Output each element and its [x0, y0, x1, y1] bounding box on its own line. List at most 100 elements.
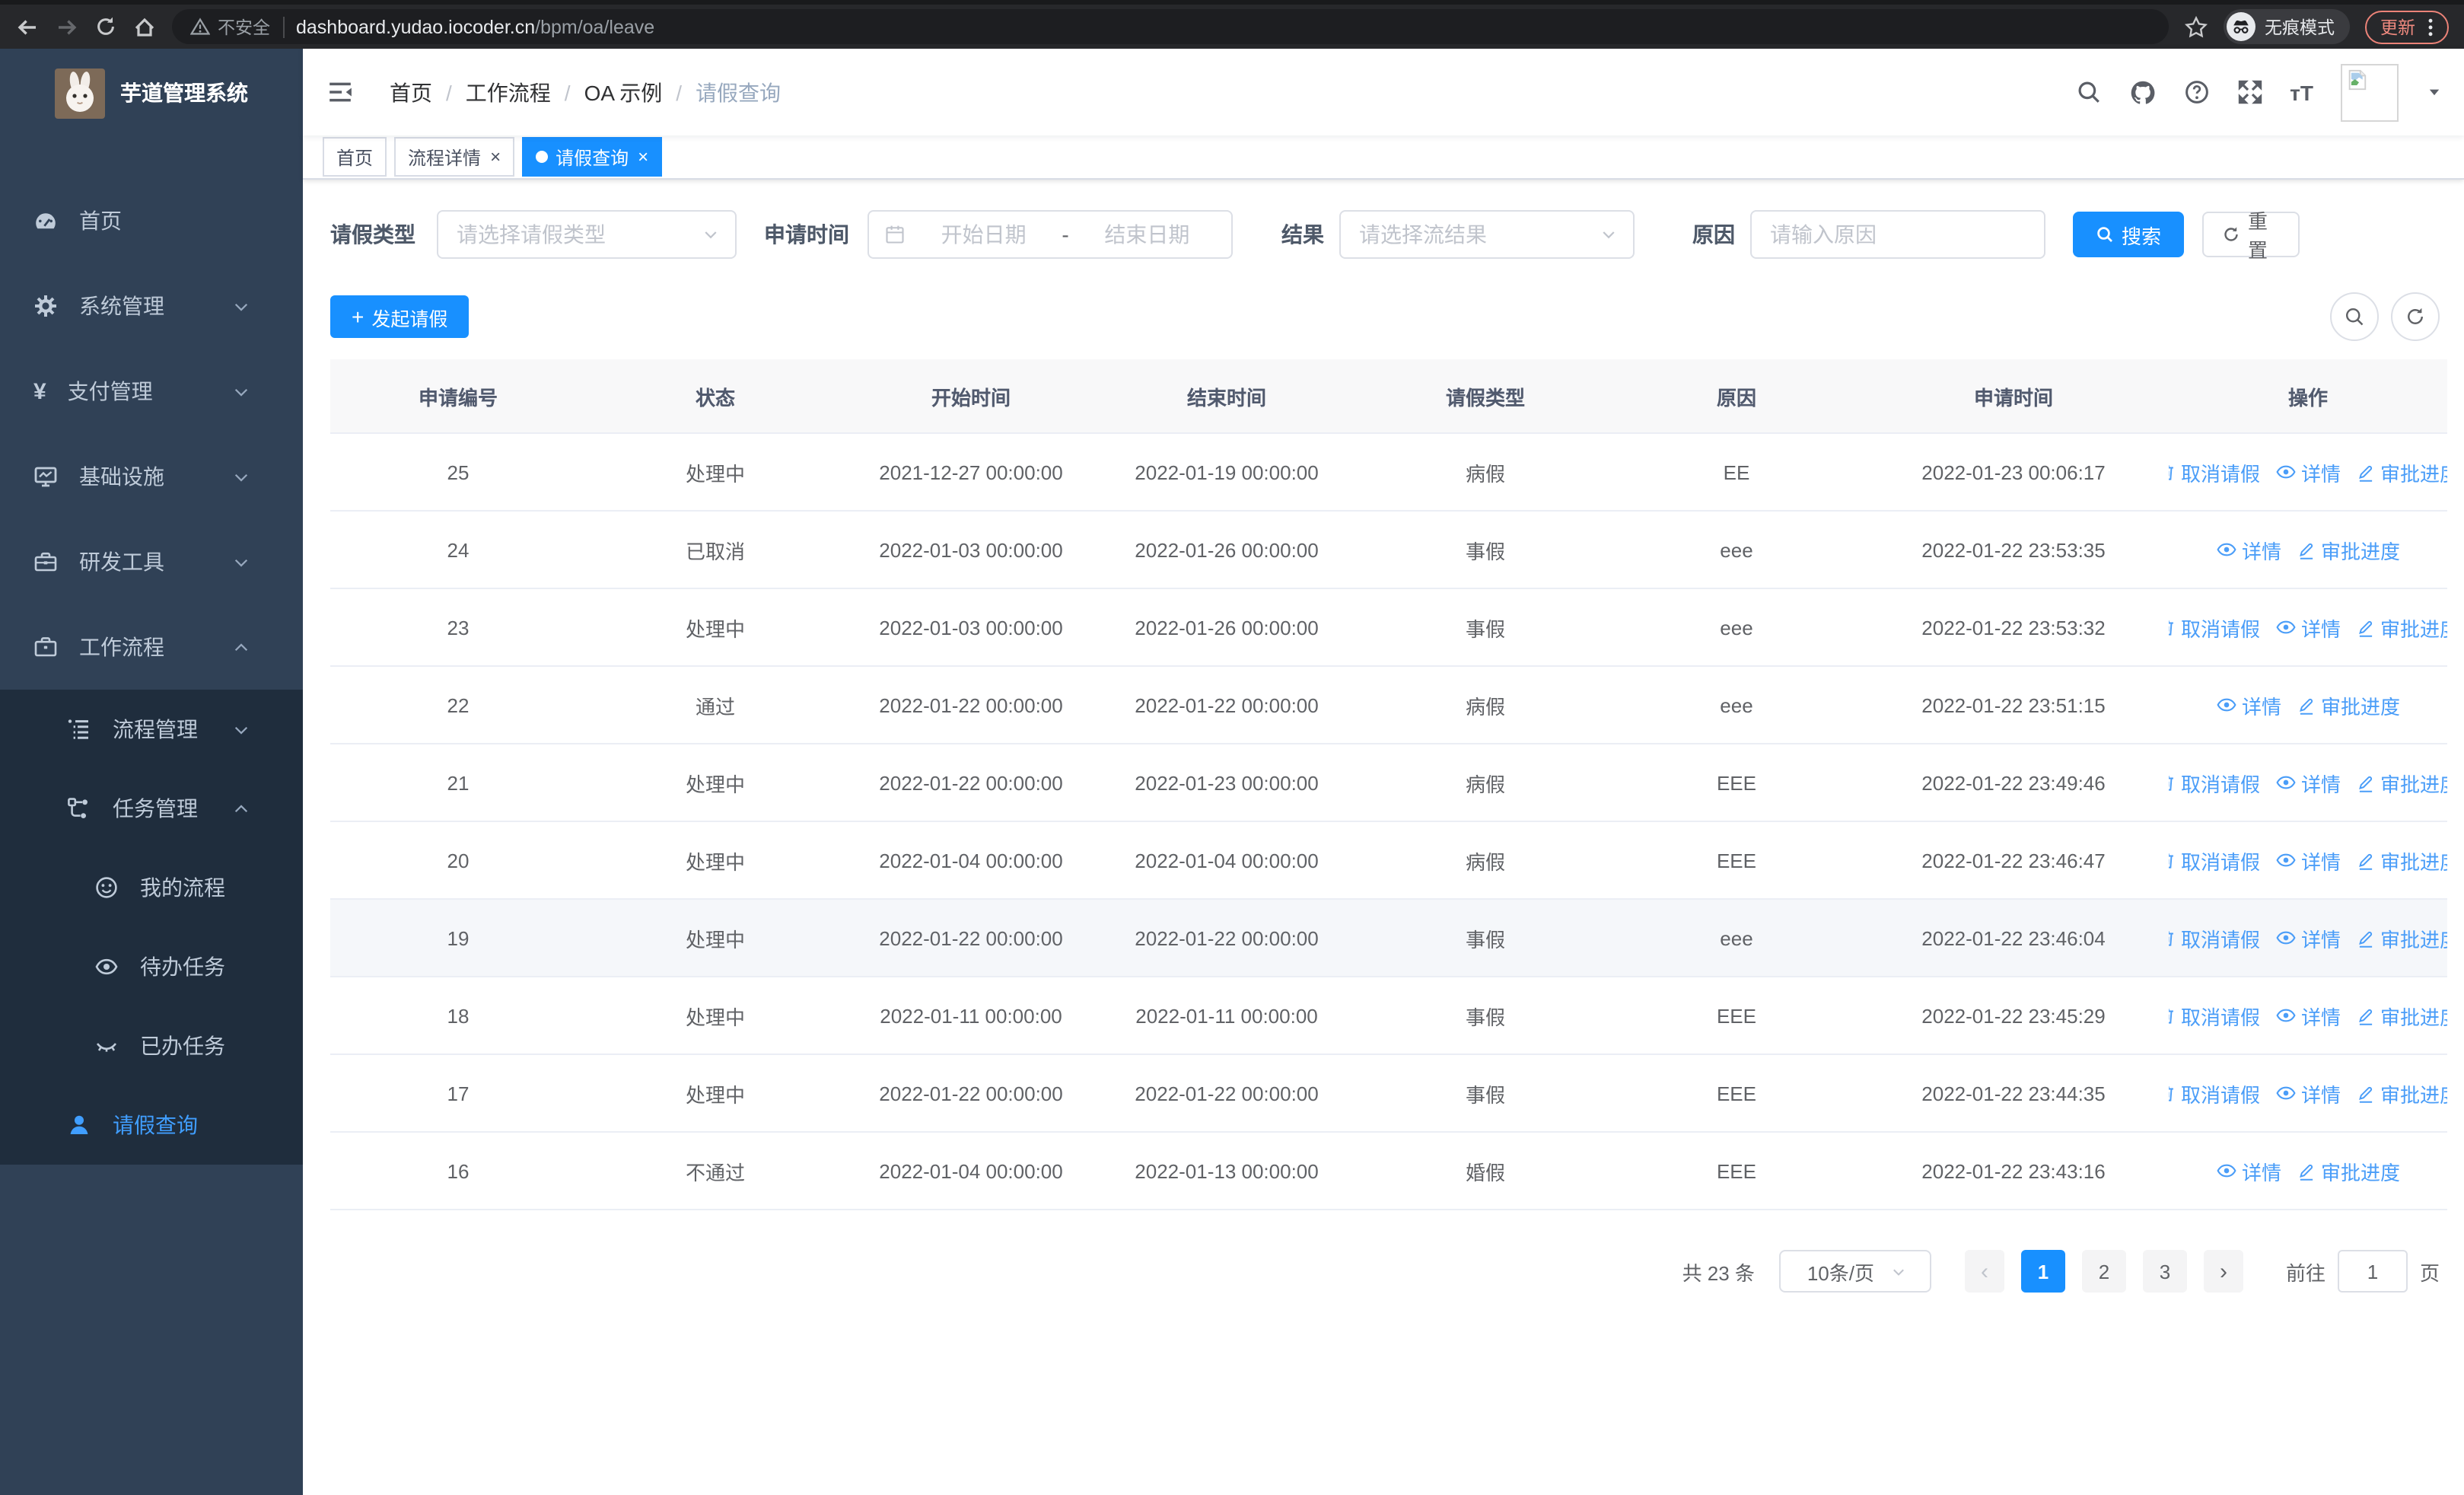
detail-link[interactable]: 详情	[2275, 768, 2341, 797]
cancel-link[interactable]: 取消请假	[2169, 846, 2260, 875]
progress-link[interactable]: 审批进度	[2356, 768, 2447, 797]
breadcrumb-item[interactable]: 首页	[390, 77, 432, 107]
page-size-select[interactable]: 10条/页	[1778, 1250, 1931, 1293]
detail-link[interactable]: 详情	[2275, 846, 2341, 875]
progress-label: 审批进度	[2380, 1083, 2447, 1106]
reset-button[interactable]: 重置	[2202, 210, 2300, 262]
detail-link[interactable]: 详情	[2275, 1079, 2341, 1108]
cancel-link[interactable]: 取消请假	[2169, 457, 2260, 486]
cell-start-time: 2022-01-22 00:00:00	[845, 1054, 1097, 1133]
breadcrumb-item[interactable]: OA 示例	[584, 77, 663, 107]
sidebar-item-工作流程[interactable]: 工作流程	[0, 604, 303, 690]
help-icon[interactable]	[2183, 79, 2209, 105]
progress-link[interactable]: 审批进度	[2356, 457, 2447, 486]
sidebar-item-任务管理[interactable]: 任务管理	[0, 769, 303, 848]
eye-small-icon	[2275, 772, 2297, 793]
tab-流程详情[interactable]: 流程详情 ×	[394, 137, 515, 177]
table-search-button[interactable]	[2330, 292, 2379, 341]
github-icon[interactable]	[2128, 78, 2156, 106]
font-size-icon[interactable]: ᴛT	[2290, 80, 2313, 104]
gear-icon	[33, 294, 58, 318]
pen-icon	[2297, 695, 2316, 715]
prev-page-button[interactable]: ‹	[1964, 1250, 2004, 1293]
leave-type-select[interactable]: 请选择请假类型	[437, 210, 737, 259]
url-bar[interactable]: 不安全 dashboard.yudao.iocoder.cn/bpm/oa/le…	[172, 9, 2169, 44]
cancel-link[interactable]: 取消请假	[2169, 923, 2260, 952]
home-icon[interactable]	[132, 14, 157, 39]
detail-link[interactable]: 详情	[2275, 613, 2341, 642]
search-icon[interactable]	[2075, 79, 2101, 105]
caret-down-icon[interactable]	[2426, 84, 2443, 100]
cancel-link[interactable]: 取消请假	[2169, 768, 2260, 797]
tab-首页[interactable]: 首页	[323, 137, 387, 177]
sidebar-item-我的流程[interactable]: 我的流程	[0, 848, 303, 927]
eye-small-icon	[2216, 694, 2237, 716]
sidebar-item-已办任务[interactable]: 已办任务	[0, 1006, 303, 1085]
tab-请假查询[interactable]: 请假查询 ×	[522, 137, 663, 177]
table-refresh-button[interactable]	[2391, 292, 2440, 341]
sidebar-item-label: 流程管理	[113, 717, 198, 741]
progress-link[interactable]: 审批进度	[2356, 923, 2447, 952]
browser-menu-icon[interactable]	[2427, 16, 2434, 37]
progress-link[interactable]: 审批进度	[2297, 1156, 2400, 1185]
back-icon[interactable]	[15, 14, 40, 39]
close-icon[interactable]: ×	[490, 146, 501, 167]
cancel-link[interactable]: 取消请假	[2169, 613, 2260, 642]
cell-leave-type: 事假	[1356, 1054, 1615, 1133]
sidebar-item-待办任务[interactable]: 待办任务	[0, 927, 303, 1006]
detail-link[interactable]: 详情	[2275, 457, 2341, 486]
cancel-link[interactable]: 取消请假	[2169, 1079, 2260, 1108]
result-select[interactable]: 请选择流结果	[1339, 210, 1635, 259]
close-icon[interactable]: ×	[638, 146, 648, 167]
create-leave-button[interactable]: + 发起请假	[330, 295, 470, 338]
chevron-up-icon	[231, 637, 251, 657]
sidebar-item-研发工具[interactable]: 研发工具	[0, 519, 303, 604]
progress-link[interactable]: 审批进度	[2356, 613, 2447, 642]
next-page-button[interactable]: ›	[2203, 1250, 2243, 1293]
breadcrumb-item[interactable]: 工作流程	[466, 77, 551, 107]
goto-page-input[interactable]	[2337, 1250, 2408, 1293]
progress-link[interactable]: 审批进度	[2297, 535, 2400, 564]
sidebar-collapse-icon[interactable]	[327, 79, 353, 105]
avatar[interactable]	[2341, 63, 2399, 121]
search-button[interactable]: 搜索	[2073, 212, 2184, 257]
cancel-link[interactable]: 取消请假	[2169, 1001, 2260, 1030]
plus-icon: +	[352, 304, 365, 329]
sidebar-item-label: 已办任务	[140, 1034, 225, 1058]
breadcrumb-separator: /	[564, 80, 571, 104]
progress-link[interactable]: 审批进度	[2356, 1001, 2447, 1030]
sidebar-item-首页[interactable]: 首页	[0, 178, 303, 263]
sidebar-item-请假查询[interactable]: 请假查询	[0, 1085, 303, 1165]
page-button-2[interactable]: 2	[2081, 1250, 2126, 1293]
progress-link[interactable]: 审批进度	[2356, 846, 2447, 875]
cell-end-time: 2022-01-26 00:00:00	[1097, 511, 1356, 589]
cancel-label: 取消请假	[2180, 1006, 2260, 1028]
page-button-1[interactable]: 1	[2020, 1250, 2065, 1293]
reload-icon[interactable]	[94, 15, 117, 38]
detail-link[interactable]: 详情	[2216, 1156, 2281, 1185]
date-range-picker[interactable]: 开始日期 - 结束日期	[867, 210, 1233, 259]
detail-link[interactable]: 详情	[2275, 923, 2341, 952]
forward-icon[interactable]	[55, 14, 79, 39]
bookmark-star-icon[interactable]	[2184, 14, 2208, 39]
sidebar-item-流程管理[interactable]: 流程管理	[0, 690, 303, 769]
fullscreen-icon[interactable]	[2236, 79, 2262, 105]
progress-link[interactable]: 审批进度	[2356, 1079, 2447, 1108]
detail-link[interactable]: 详情	[2216, 535, 2281, 564]
sidebar-item-基础设施[interactable]: 基础设施	[0, 434, 303, 519]
sidebar-item-label: 首页	[79, 209, 122, 233]
detail-link[interactable]: 详情	[2216, 690, 2281, 719]
app-logo[interactable]: 芋道管理系统	[0, 49, 303, 137]
cell-apply-id: 20	[330, 821, 586, 900]
detail-link[interactable]: 详情	[2275, 1001, 2341, 1030]
sidebar-item-label: 支付管理	[67, 379, 153, 403]
sidebar-item-支付管理[interactable]: ¥ 支付管理	[0, 349, 303, 434]
progress-link[interactable]: 审批进度	[2297, 690, 2400, 719]
filter-form: 请假类型 请选择请假类型 申请时间 开始日期 - 结束日期 结果 请选择流结果 …	[330, 210, 2440, 262]
update-button[interactable]: 更新	[2365, 10, 2449, 43]
reason-input[interactable]	[1752, 222, 2044, 247]
sidebar-item-系统管理[interactable]: 系统管理	[0, 263, 303, 349]
cell-reason: eee	[1615, 588, 1858, 667]
page-button-3[interactable]: 3	[2142, 1250, 2187, 1293]
security-chip[interactable]: 不安全	[190, 14, 270, 39]
